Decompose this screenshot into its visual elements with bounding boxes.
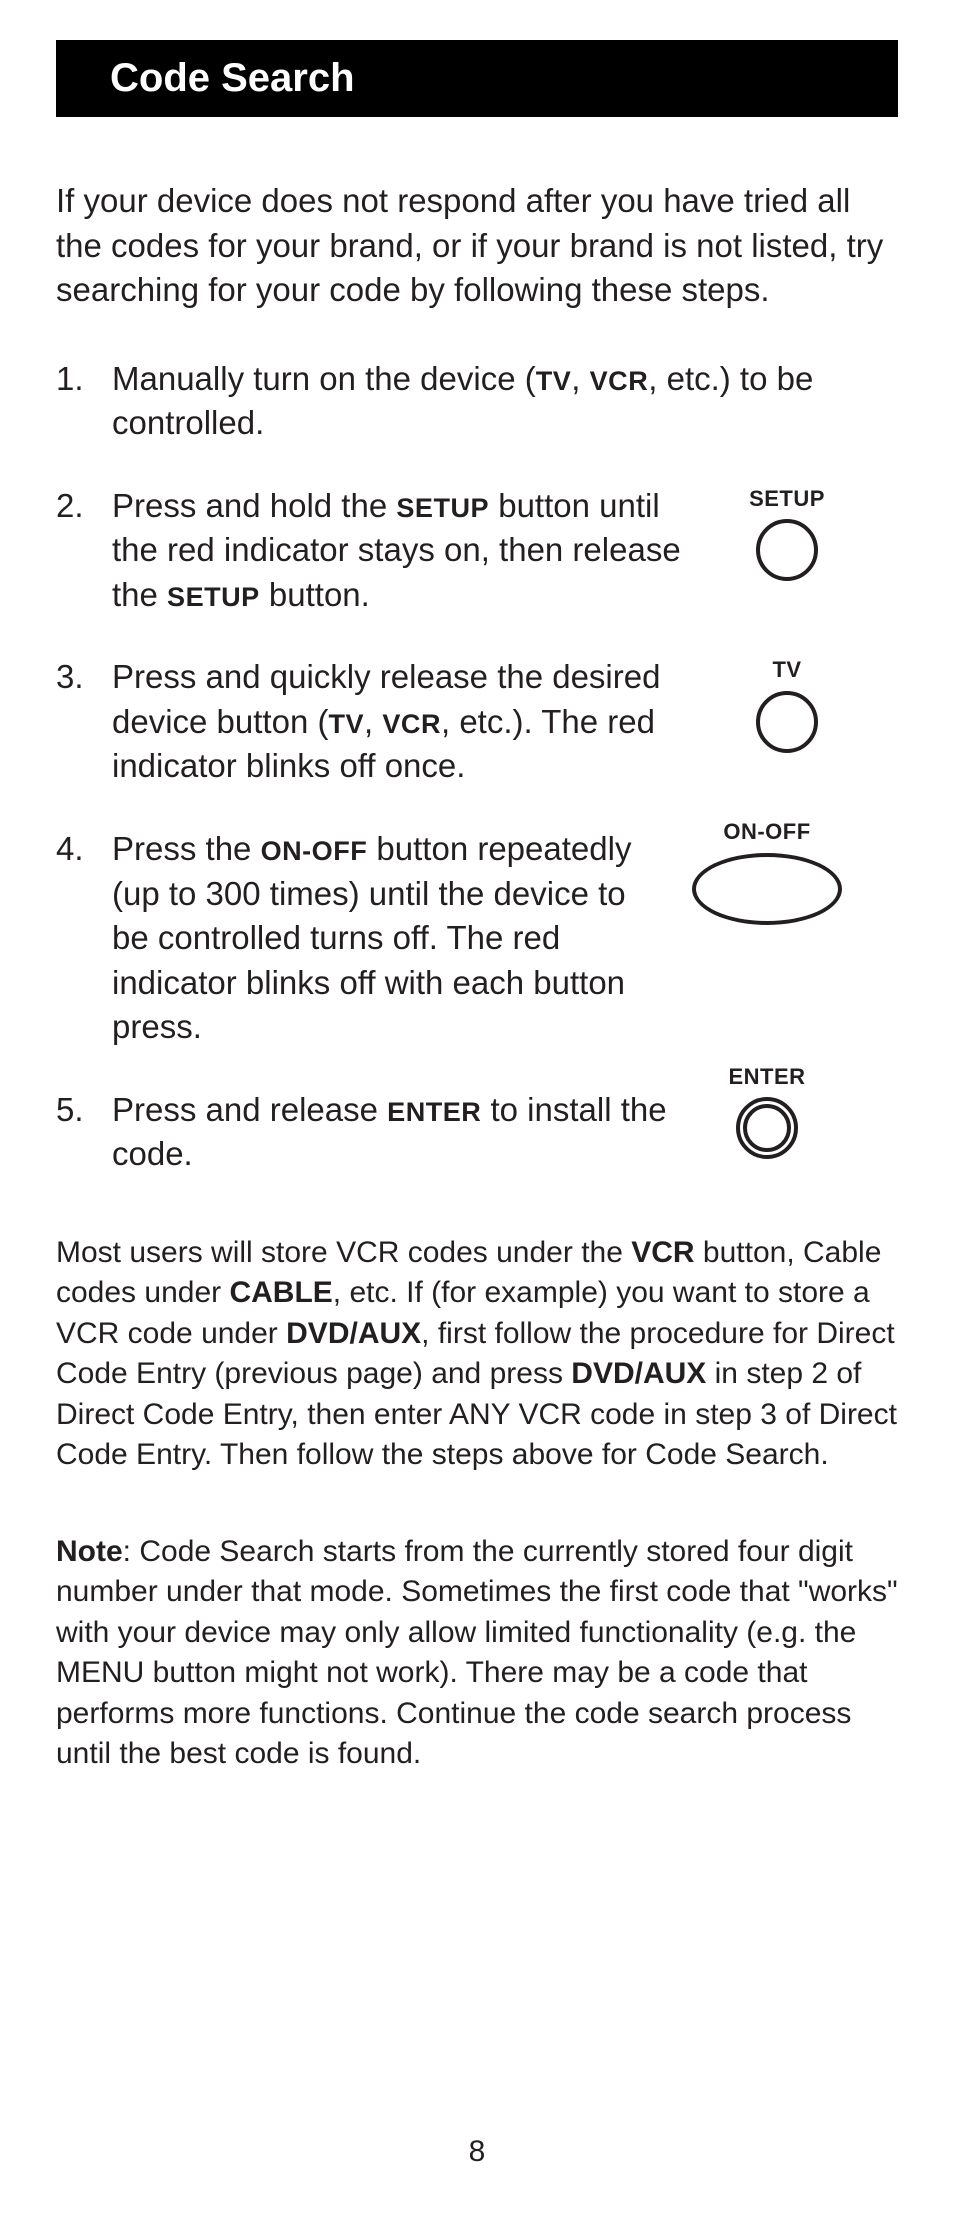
step-2-text: Press and hold the SETUP button until th… <box>112 484 702 618</box>
tv-label: TV <box>536 366 572 396</box>
vcr-label: VCR <box>590 366 649 396</box>
text: Most users will store VCR codes under th… <box>56 1236 631 1269</box>
enter-button-icon <box>736 1097 798 1159</box>
step-4-text: Press the ON-OFF button repeatedly (up t… <box>112 827 682 1050</box>
setup-button-icon <box>756 519 818 581</box>
onoff-button-label: ON-OFF <box>723 817 810 847</box>
setup-button-label: SETUP <box>749 484 825 514</box>
step-3-text: Press and quickly release the desired de… <box>112 655 702 789</box>
text: Manually turn on the device ( <box>112 360 536 397</box>
text: Press the <box>112 830 261 867</box>
dvdaux-bold: DVD/AUX <box>571 1357 706 1390</box>
setup-button-diagram: SETUP <box>702 484 872 582</box>
steps-list: Manually turn on the device (TV, VCR, et… <box>56 357 898 1177</box>
vcr-label: VCR <box>382 709 441 739</box>
enter-button-diagram: ENTER <box>682 1062 852 1160</box>
tv-button-icon <box>756 691 818 753</box>
step-4: Press the ON-OFF button repeatedly (up t… <box>56 827 898 1050</box>
note-paragraph: Note: Code Search starts from the curren… <box>56 1532 898 1775</box>
tv-button-label: TV <box>772 655 801 685</box>
tv-label: TV <box>328 709 364 739</box>
step-5-text: Press and release ENTER to install the c… <box>112 1088 682 1177</box>
vcr-bold: VCR <box>631 1236 694 1269</box>
step-1-text: Manually turn on the device (TV, VCR, et… <box>112 357 898 446</box>
dvdaux-bold: DVD/AUX <box>286 1317 421 1350</box>
text: Press and release <box>112 1091 387 1128</box>
enter-button-inner-ring <box>743 1104 791 1152</box>
intro-paragraph: If your device does not respond after yo… <box>56 179 898 313</box>
storage-paragraph: Most users will store VCR codes under th… <box>56 1233 898 1476</box>
setup-label: SETUP <box>396 493 489 523</box>
onoff-button-diagram: ON-OFF <box>682 817 852 925</box>
enter-label: ENTER <box>387 1097 481 1127</box>
onoff-button-icon <box>692 853 842 925</box>
step-1: Manually turn on the device (TV, VCR, et… <box>56 357 898 446</box>
tv-button-diagram: TV <box>702 655 872 753</box>
note-bold: Note <box>56 1535 123 1568</box>
onoff-label: ON-OFF <box>261 836 368 866</box>
page: Code Search If your device does not resp… <box>0 0 954 2227</box>
section-title: Code Search <box>56 40 898 117</box>
text: button. <box>260 576 370 613</box>
text: , <box>571 360 589 397</box>
text: : Code Search starts from the currently … <box>56 1535 898 1771</box>
step-3: Press and quickly release the desired de… <box>56 655 898 789</box>
setup-label: SETUP <box>167 582 260 612</box>
text: , <box>364 703 382 740</box>
step-2: Press and hold the SETUP button until th… <box>56 484 898 618</box>
step-5: Press and release ENTER to install the c… <box>56 1088 898 1177</box>
cable-bold: CABLE <box>229 1276 332 1309</box>
enter-button-label: ENTER <box>728 1062 805 1092</box>
text: Press and hold the <box>112 487 396 524</box>
page-number: 8 <box>0 2135 954 2169</box>
